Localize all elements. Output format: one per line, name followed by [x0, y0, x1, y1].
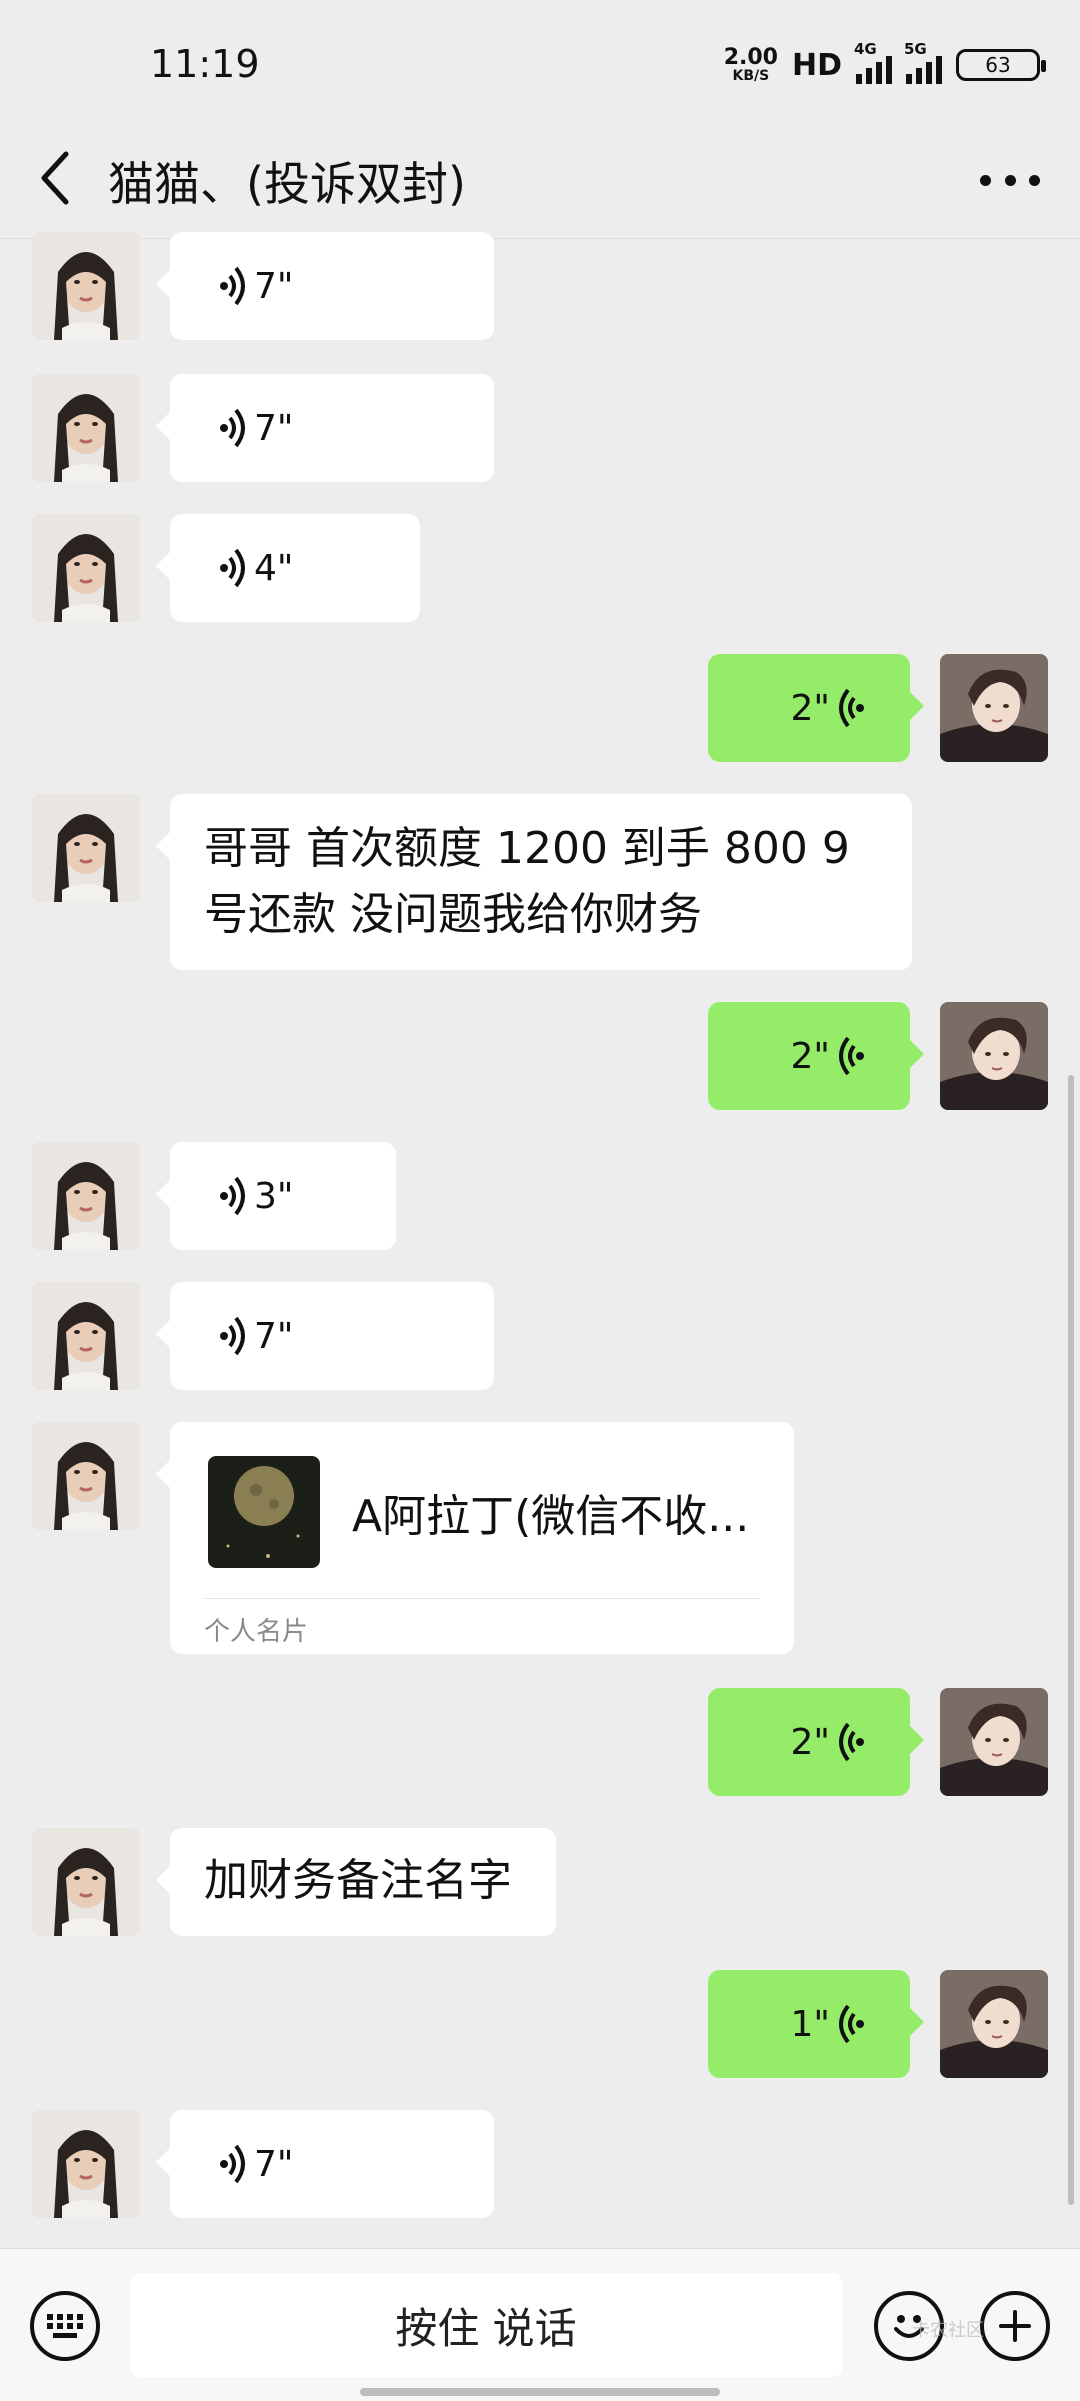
- my-avatar[interactable]: [940, 1002, 1048, 1110]
- voice-message-bubble[interactable]: 2": [708, 1002, 924, 1110]
- my-avatar[interactable]: [940, 1970, 1048, 2078]
- voice-wave-icon: [839, 688, 866, 728]
- status-time: 11:19: [150, 42, 260, 86]
- contact-avatar[interactable]: [32, 1828, 140, 1936]
- keyboard-icon[interactable]: [30, 2291, 100, 2361]
- card-contact-name: A阿拉丁(微信不收...: [352, 1491, 750, 1542]
- voice-wave-icon: [839, 2004, 866, 2044]
- voice-wave-icon: [218, 408, 245, 448]
- contact-avatar[interactable]: [32, 514, 140, 622]
- message-text-line: 加财务备注名字: [204, 1855, 512, 1906]
- sim2-network-label: 5G: [904, 40, 927, 58]
- message-text-line: 哥哥 首次额度 1200 到手 800 9: [204, 823, 850, 874]
- voice-message-bubble[interactable]: 7": [156, 232, 494, 340]
- voice-message-bubble[interactable]: 2": [708, 654, 924, 762]
- my-avatar[interactable]: [940, 1688, 1048, 1796]
- voice-wave-icon: [218, 1176, 245, 1216]
- voice-message-bubble[interactable]: 1": [708, 1970, 924, 2078]
- signal-4g-icon: 4G: [854, 40, 892, 84]
- voice-duration: 7": [254, 407, 294, 449]
- chat-scrollbar[interactable]: [1068, 1075, 1074, 2205]
- more-options-icon[interactable]: [980, 160, 1040, 200]
- voice-message-bubble[interactable]: 7": [156, 2110, 494, 2218]
- status-bar: 11:19 2.00 KB/S HD 4G 5G 63: [0, 0, 1080, 120]
- voice-message-bubble[interactable]: 7": [156, 374, 494, 482]
- contact-avatar[interactable]: [32, 2110, 140, 2218]
- my-avatar[interactable]: [940, 654, 1048, 762]
- chat-title: 猫猫、(投诉双封): [108, 157, 466, 211]
- voice-duration: 3": [254, 1175, 294, 1217]
- hold-to-talk-button[interactable]: 按住 说话: [130, 2273, 842, 2377]
- voice-duration: 4": [254, 547, 294, 589]
- text-message-bubble[interactable]: 加财务备注名字: [156, 1828, 556, 1936]
- voice-duration: 1": [790, 2003, 830, 2045]
- voice-wave-icon: [218, 2144, 245, 2184]
- voice-duration: 2": [790, 1721, 830, 1763]
- voice-message-bubble[interactable]: 3": [156, 1142, 396, 1250]
- voice-duration: 7": [254, 1315, 294, 1357]
- voice-wave-icon: [218, 266, 245, 306]
- voice-wave-icon: [218, 548, 245, 588]
- voice-message-bubble[interactable]: 7": [156, 1282, 494, 1390]
- text-message-bubble[interactable]: 哥哥 首次额度 1200 到手 800 9 号还款 没问题我给你财务: [156, 794, 912, 970]
- card-type-label: 个人名片: [204, 1617, 309, 1647]
- watermark-text: 卡农社区: [912, 2320, 984, 2341]
- card-thumbnail-moon-image: [208, 1456, 320, 1568]
- back-arrow-icon[interactable]: [36, 148, 76, 208]
- network-speed-unit: KB/S: [732, 68, 770, 84]
- voice-message-bubble[interactable]: 2": [708, 1688, 924, 1796]
- contact-avatar[interactable]: [32, 794, 140, 902]
- status-indicators: 2.00 KB/S HD 4G 5G 63: [723, 40, 1046, 90]
- voice-wave-icon: [839, 1722, 866, 1762]
- hd-voice-icon: HD: [791, 47, 842, 83]
- plus-icon[interactable]: [980, 2291, 1050, 2361]
- battery-icon: 63: [956, 49, 1046, 81]
- network-speed-value: 2.00: [723, 45, 778, 70]
- signal-5g-icon: 5G: [904, 40, 942, 84]
- network-speed: 2.00 KB/S: [723, 45, 778, 84]
- contact-avatar[interactable]: [32, 1142, 140, 1250]
- contact-avatar[interactable]: [32, 232, 140, 340]
- sim1-network-label: 4G: [854, 40, 877, 58]
- voice-wave-icon: [839, 1036, 866, 1076]
- contact-avatar[interactable]: [32, 1422, 140, 1530]
- voice-duration: 7": [254, 2143, 294, 2185]
- voice-message-bubble[interactable]: 4": [156, 514, 420, 622]
- battery-level: 63: [985, 53, 1011, 77]
- voice-duration: 2": [790, 1035, 830, 1077]
- message-text-line: 号还款 没问题我给你财务: [204, 889, 702, 940]
- contact-avatar[interactable]: [32, 1282, 140, 1390]
- voice-duration: 7": [254, 265, 294, 307]
- home-indicator[interactable]: [360, 2388, 720, 2396]
- contact-avatar[interactable]: [32, 374, 140, 482]
- chat-header: 猫猫、(投诉双封): [0, 120, 1080, 239]
- contact-card-message[interactable]: A阿拉丁(微信不收... 个人名片: [156, 1422, 794, 1654]
- voice-wave-icon: [218, 1316, 245, 1356]
- voice-duration: 2": [790, 687, 830, 729]
